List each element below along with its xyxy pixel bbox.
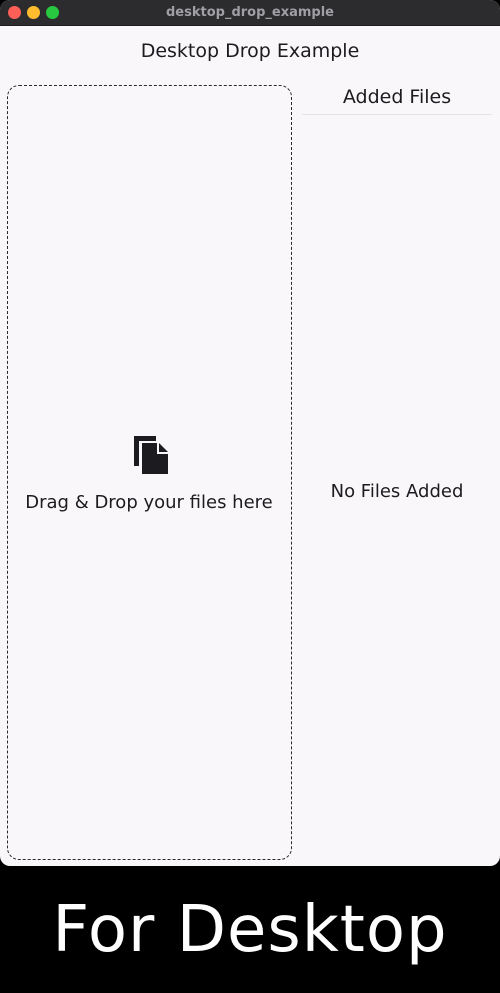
title-bar[interactable]: desktop_drop_example [0, 0, 500, 26]
drop-zone-label: Drag & Drop your files here [25, 492, 273, 513]
app-window: desktop_drop_example Desktop Drop Exampl… [0, 0, 500, 866]
added-files-panel: Added Files No Files Added [302, 85, 492, 860]
added-files-header: Added Files [302, 85, 492, 115]
no-files-message: No Files Added [330, 481, 464, 502]
video-caption: For Desktop [52, 893, 448, 967]
window-title: desktop_drop_example [165, 5, 334, 20]
app-title: Desktop Drop Example [140, 40, 360, 62]
file-drop-zone[interactable]: Drag & Drop your files here [7, 85, 292, 860]
file-copy-icon [134, 436, 168, 474]
